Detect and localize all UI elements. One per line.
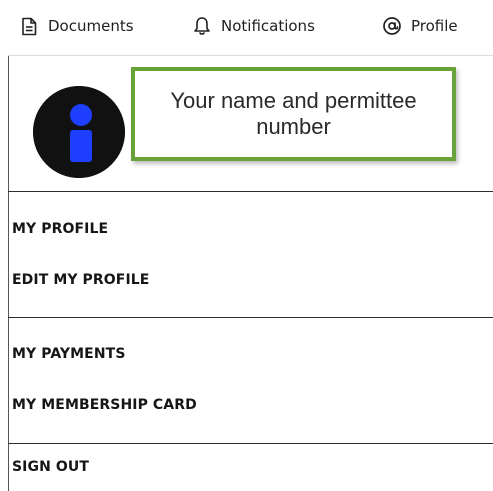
person-icon <box>33 86 125 178</box>
nav-notifications-label: Notifications <box>221 17 315 35</box>
nav-documents-label: Documents <box>48 17 134 35</box>
menu-item-my-membership-card[interactable]: MY MEMBERSHIP CARD <box>12 397 197 413</box>
menu-divider <box>8 317 493 318</box>
nav-documents[interactable]: Documents <box>19 14 134 38</box>
bell-icon <box>192 15 212 37</box>
nav-profile[interactable]: Profile <box>382 14 458 38</box>
nav-notifications[interactable]: Notifications <box>192 14 315 38</box>
top-navigation: Documents Notifications Profile <box>0 0 493 52</box>
menu-item-edit-my-profile[interactable]: EDIT MY PROFILE <box>12 272 149 288</box>
at-sign-icon <box>382 15 402 37</box>
menu-divider <box>8 191 493 192</box>
menu-item-my-profile[interactable]: MY PROFILE <box>12 221 108 237</box>
callout-text: Your name and permittee number <box>170 88 417 139</box>
name-callout-box: Your name and permittee number <box>131 67 456 161</box>
menu-item-sign-out[interactable]: SIGN OUT <box>12 459 89 475</box>
menu-divider <box>8 443 493 444</box>
document-icon <box>19 15 39 37</box>
profile-menu-screen: Documents Notifications Profile Your nam… <box>0 0 493 491</box>
avatar <box>33 86 125 178</box>
menu-item-my-payments[interactable]: MY PAYMENTS <box>12 346 126 362</box>
nav-profile-label: Profile <box>411 17 458 35</box>
